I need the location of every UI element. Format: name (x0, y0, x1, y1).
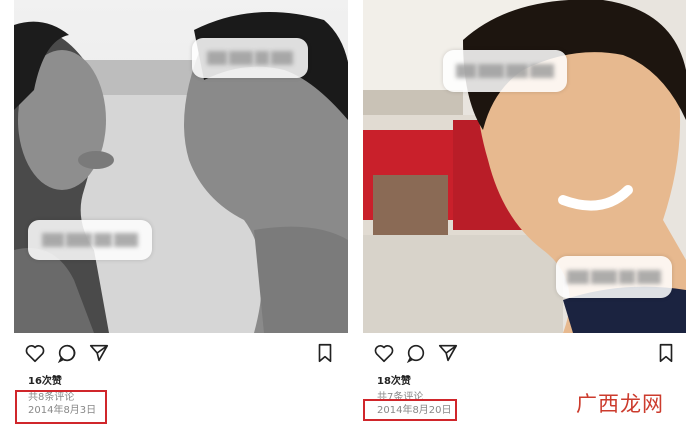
instagram-post-left: 16次赞 共8条评论 2014年8月3日 (14, 0, 348, 425)
blurred-tag-bottom (28, 220, 152, 260)
heart-icon[interactable] (373, 342, 395, 364)
likes-count[interactable]: 16次赞 (28, 372, 62, 387)
site-watermark: 广西龙网 (562, 388, 682, 416)
heart-icon[interactable] (24, 342, 46, 364)
send-icon[interactable] (88, 342, 110, 364)
bookmark-icon[interactable] (655, 342, 677, 364)
post-photo-selfie[interactable] (363, 0, 686, 333)
blurred-tag-top (192, 38, 308, 78)
blurred-tag-bottom (556, 256, 672, 298)
bookmark-icon[interactable] (314, 342, 336, 364)
watermark-text: 广西龙网 (576, 392, 664, 416)
post-photo-beach[interactable] (14, 0, 348, 333)
date-highlight-box (15, 390, 107, 424)
instagram-post-right: 18次赞 共7条评论 2014年8月20日 (363, 0, 686, 425)
comment-icon[interactable] (56, 342, 78, 364)
comment-icon[interactable] (405, 342, 427, 364)
post-actions (363, 340, 686, 366)
date-highlight-box (363, 399, 457, 421)
likes-count[interactable]: 18次赞 (377, 372, 411, 387)
post-actions (14, 340, 348, 366)
send-icon[interactable] (437, 342, 459, 364)
blurred-tag-top (443, 50, 567, 92)
